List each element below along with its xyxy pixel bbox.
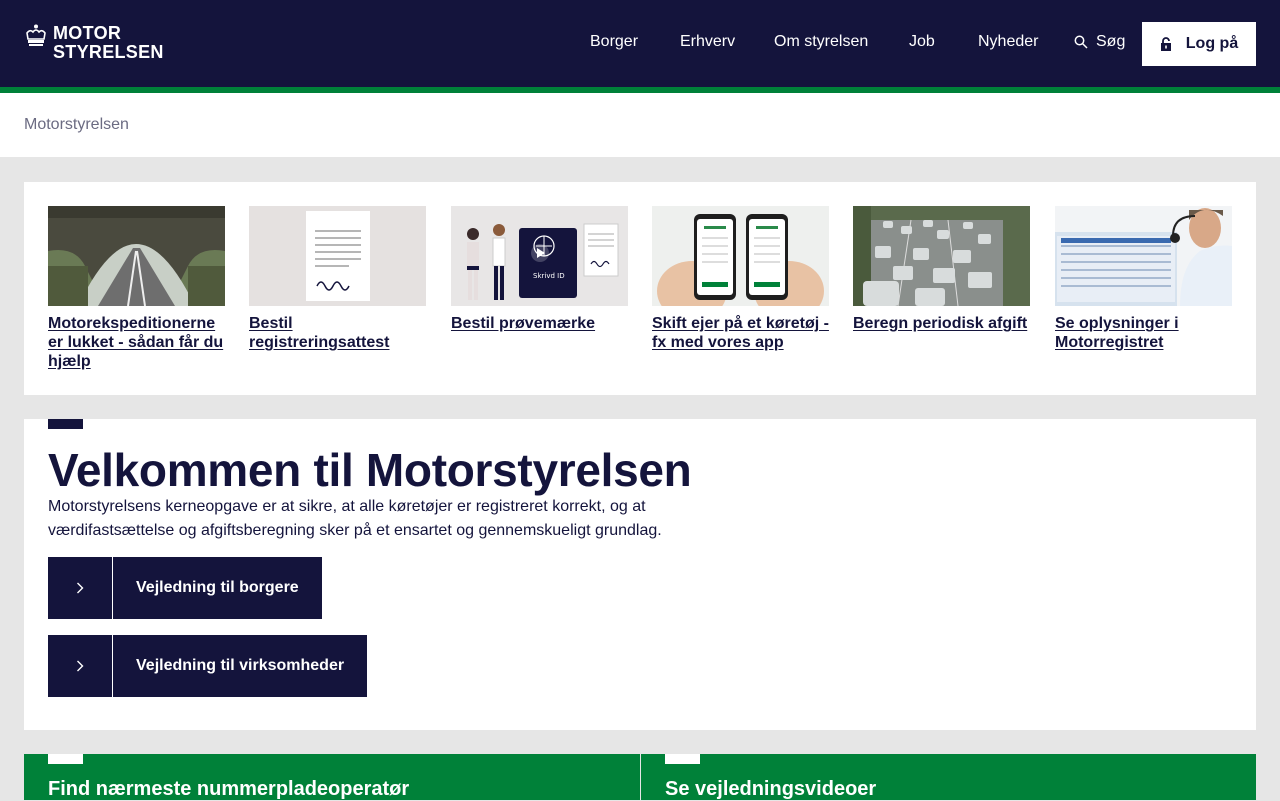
phones-photo [652, 206, 829, 306]
card-motorregistret[interactable]: Se oplysninger i Motorregistret [1055, 206, 1232, 352]
search-button[interactable]: Søg [1074, 33, 1125, 51]
page-title: Velkommen til Motorstyrelsen [48, 444, 692, 496]
crown-icon [26, 24, 46, 46]
card-title: Skift ejer på et køretøj - fx med vores … [652, 315, 829, 351]
card-title: Bestil prøvemærke [451, 315, 596, 332]
card-skift-ejer[interactable]: Skift ejer på et køretøj - fx med vores … [652, 206, 829, 352]
logo-line-2: STYRELSEN [53, 42, 164, 62]
search-icon [1074, 35, 1088, 49]
promo-title: Se vejledningsvideoer [665, 778, 877, 800]
guide-businesses-label: Vejledning til virksomheder [113, 635, 368, 697]
login-button[interactable]: Log på [1142, 22, 1256, 66]
card-title: Bestil registreringsattest [249, 315, 390, 351]
nav-erhverv[interactable]: Erhverv [680, 33, 735, 51]
card-registreringsattest[interactable]: Bestil registreringsattest [249, 206, 426, 352]
road-tunnel-photo [48, 206, 225, 306]
shortcut-cards-panel: Motorekspeditionerne er lukket - sådan f… [24, 182, 1256, 395]
nav-nyheder[interactable]: Nyheder [978, 33, 1038, 51]
breadcrumb-bar: Motorstyrelsen [0, 93, 1280, 157]
document-illustration [249, 206, 426, 306]
card-title: Se oplysninger i Motorregistret [1055, 315, 1179, 351]
guide-businesses-button[interactable]: Vejledning til virksomheder [48, 635, 368, 697]
accent-bar [665, 754, 700, 764]
highway-traffic-photo [853, 206, 1030, 306]
guide-citizens-label: Vejledning til borgere [113, 557, 322, 619]
breadcrumb-home[interactable]: Motorstyrelsen [24, 116, 129, 134]
nav-job[interactable]: Job [909, 33, 935, 51]
chevron-right-icon [77, 582, 84, 594]
login-label: Log på [1185, 35, 1239, 52]
card-title: Motorekspeditionerne er lukket - sådan f… [48, 315, 224, 370]
promo-nummerpladeoperatoer[interactable]: Find nærmeste nummerpladeoperatør [24, 754, 640, 800]
guide-citizens-button[interactable]: Vejledning til borgere [48, 557, 322, 619]
motorstyrelsen-logo[interactable]: MOTOR STYRELSEN [24, 24, 169, 66]
site-header: MOTOR STYRELSEN Borger Erhverv Om styrel… [0, 0, 1280, 87]
accent-bar [48, 419, 83, 429]
logo-line-1: MOTOR [53, 23, 122, 43]
accent-bar [48, 754, 83, 764]
chevron-right-icon [77, 660, 84, 672]
search-label: Søg [1096, 33, 1126, 50]
video-label: Skrivd ID [533, 272, 565, 280]
promo-vejledningsvideoer[interactable]: Se vejledningsvideoer [641, 754, 1256, 800]
people-passport-illustration: Skrivd ID [451, 206, 628, 306]
card-periodisk-afgift[interactable]: Beregn periodisk afgift [853, 206, 1030, 333]
nav-om-styrelsen[interactable]: Om styrelsen [774, 33, 868, 51]
card-motorekspeditioner[interactable]: Motorekspeditionerne er lukket - sådan f… [48, 206, 225, 371]
operator-headset-photo [1055, 206, 1232, 306]
welcome-panel: Velkommen til Motorstyrelsen Motorstyrel… [24, 419, 1256, 730]
lock-open-icon [1160, 37, 1171, 51]
card-proevemaerke[interactable]: Skrivd ID Bestil prøvemærke [451, 206, 628, 333]
nav-borger[interactable]: Borger [590, 33, 638, 51]
welcome-description: Motorstyrelsens kerneopgave er at sikre,… [48, 498, 662, 539]
promo-title: Find nærmeste nummerpladeoperatør [48, 778, 410, 800]
card-title: Beregn periodisk afgift [853, 315, 1028, 332]
